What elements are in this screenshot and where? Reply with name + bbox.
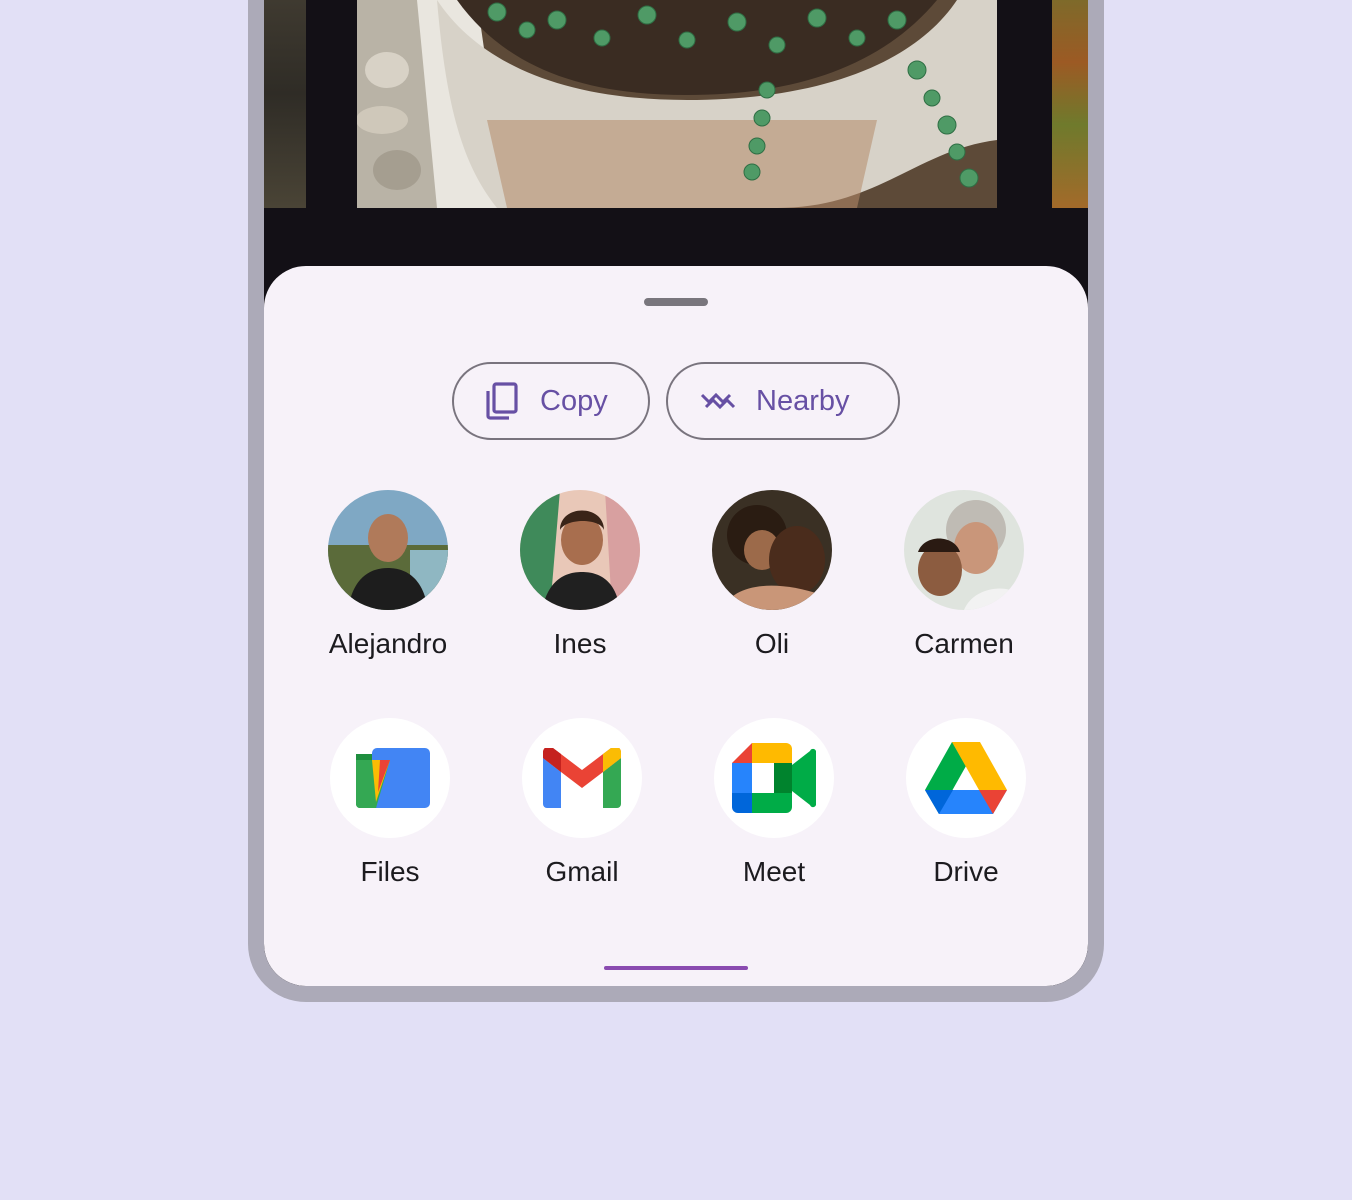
files-app-icon	[330, 718, 450, 838]
avatar	[520, 490, 640, 610]
copy-icon	[484, 382, 520, 420]
meet-app-icon	[714, 718, 834, 838]
contact-oli[interactable]: Oli	[692, 490, 852, 660]
nearby-share-icon	[700, 383, 736, 419]
app-drive[interactable]: Drive	[886, 718, 1046, 888]
drive-app-icon	[906, 718, 1026, 838]
app-meet[interactable]: Meet	[694, 718, 854, 888]
avatar	[328, 490, 448, 610]
contact-name: Oli	[754, 628, 790, 659]
contact-name: Alejandro	[328, 628, 448, 659]
gesture-navigation-bar[interactable]	[604, 966, 748, 970]
contact-name: Carmen	[914, 628, 1014, 659]
avatar	[904, 490, 1024, 610]
contact-name: Ines	[553, 628, 607, 659]
phone-frame: Copy Nearby Alejandro Ines Oli Carmen Fi…	[248, 0, 1104, 1002]
avatar	[712, 490, 832, 610]
screen: Copy Nearby Alejandro Ines Oli Carmen Fi…	[264, 0, 1088, 986]
nearby-label: Nearby	[756, 384, 850, 417]
shared-photo-preview	[357, 0, 997, 208]
app-label: Gmail	[545, 856, 619, 887]
app-label: Drive	[933, 856, 999, 887]
photo-thumbnail-left[interactable]	[264, 0, 306, 208]
photo-thumbnail-right[interactable]	[1052, 0, 1088, 208]
app-files[interactable]: Files	[310, 718, 470, 888]
contact-ines[interactable]: Ines	[500, 490, 660, 660]
contact-alejandro[interactable]: Alejandro	[308, 490, 468, 660]
drag-handle[interactable]	[644, 298, 708, 306]
app-label: Meet	[742, 856, 806, 887]
app-gmail[interactable]: Gmail	[502, 718, 662, 888]
nearby-share-button[interactable]: Nearby	[666, 362, 900, 440]
contact-carmen[interactable]: Carmen	[884, 490, 1044, 660]
gmail-app-icon	[522, 718, 642, 838]
copy-button[interactable]: Copy	[452, 362, 650, 440]
app-label: Files	[360, 856, 420, 887]
share-sheet: Copy Nearby Alejandro Ines Oli Carmen Fi…	[264, 266, 1088, 986]
copy-label: Copy	[540, 384, 608, 417]
